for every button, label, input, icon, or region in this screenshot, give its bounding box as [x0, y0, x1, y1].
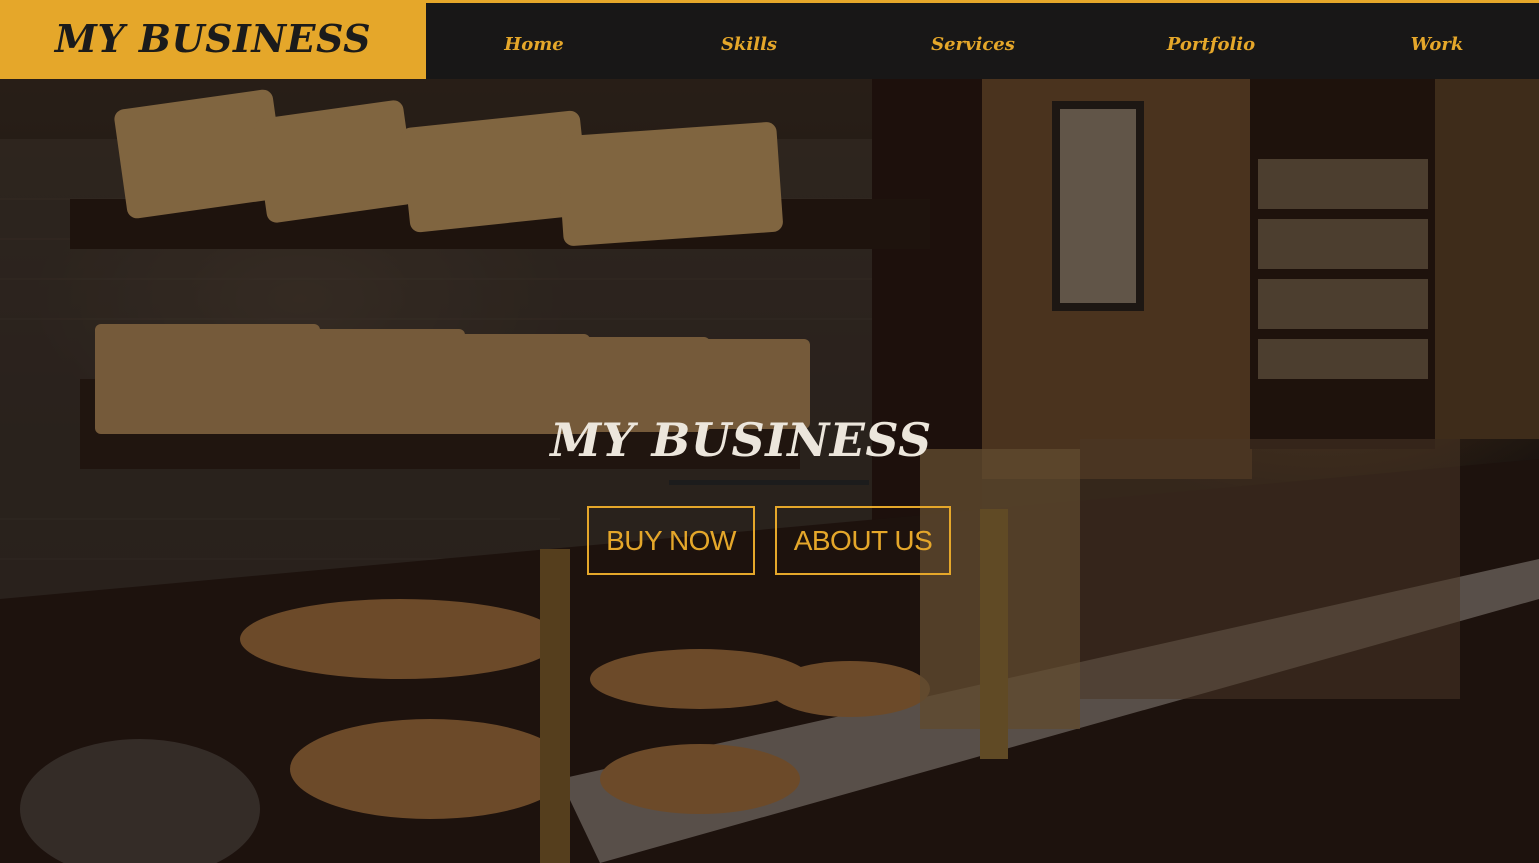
- nav-work[interactable]: Work: [1411, 34, 1464, 55]
- nav-home[interactable]: Home: [504, 34, 564, 55]
- about-us-button[interactable]: ABOUT US: [775, 506, 951, 575]
- site-header: MY BUSINESS Home Skills Services Portfol…: [0, 0, 1539, 79]
- buy-now-button[interactable]: BUY NOW: [587, 506, 755, 575]
- brand-name: MY BUSINESS: [54, 16, 372, 61]
- hero-title: MY BUSINESS: [550, 413, 932, 467]
- hero-overlay: [0, 79, 1539, 863]
- hero-section: MY BUSINESS BUY NOW ABOUT US: [0, 79, 1539, 863]
- main-nav: Home Skills Services Portfolio Work: [426, 0, 1539, 79]
- nav-services[interactable]: Services: [931, 34, 1015, 55]
- title-underline: [669, 480, 869, 485]
- nav-portfolio[interactable]: Portfolio: [1167, 34, 1255, 55]
- nav-skills[interactable]: Skills: [721, 34, 777, 55]
- brand-logo[interactable]: MY BUSINESS: [0, 0, 426, 79]
